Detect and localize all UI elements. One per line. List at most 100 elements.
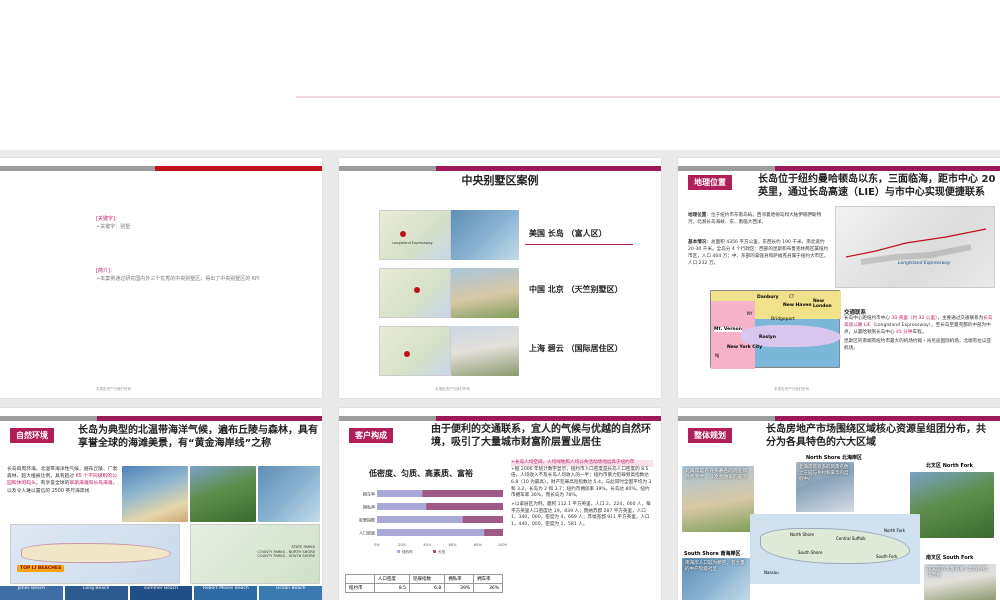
case-title-longisland[interactable]: 美国 长岛 （富人区） [529, 228, 607, 239]
southwest-desc: 南海岸人口较为稠密，有大量的中产阶级社区 [685, 561, 745, 573]
location-marker-icon [400, 231, 406, 237]
beijing-villa-photo [451, 268, 519, 318]
legend-label: 纽约市 [402, 549, 413, 554]
location-desc: ：位于纽约市东南岛屿。西邻曼哈顿岛和大陆伊隔伊斯特河，北濒长岛海峡、东、南临大西… [688, 213, 822, 225]
bar-segment [377, 503, 427, 510]
north-fork-photo [910, 472, 994, 538]
north-shore-photo: 北海岸有许多的风景名胜之庄园与乡村和豪华的度假中心 [796, 462, 854, 512]
traffic-part: 车程。 [912, 329, 927, 335]
beijing-map [379, 268, 451, 318]
body-part: ，有享誉全球的 [35, 481, 70, 487]
bar-segment [422, 490, 503, 497]
legend-swatch [397, 550, 400, 553]
point-highlight: ➢长岛人均空间、人均绿地和人均公共活动场地远高于纽约市 [511, 460, 653, 467]
location-marker-icon [404, 351, 410, 357]
slide-customers[interactable]: 客户构成 由于便利的交通联系，宜人的气候与优越的自然环境，吸引了大量城市财富阶层… [339, 408, 661, 600]
map-label-ct: CT [789, 294, 795, 299]
title-slide [0, 0, 1000, 150]
basic-label: 基本情况 [688, 240, 707, 245]
slide-environment[interactable]: 自然环境 长岛为典型的北温带海洋气候，遍布丘陵与森林，具有享誉全球的海滩美景，有… [0, 408, 322, 600]
bar-segment [462, 516, 503, 523]
location-label: 地理位置 [688, 213, 707, 218]
traffic-highlight: 45 分钟 [896, 329, 913, 335]
aerial-beach-photo [122, 466, 188, 522]
table-header-cell: 犯罪指数 [409, 574, 446, 584]
map-label: North Fork [884, 528, 906, 533]
traffic-block: 交通联系 长岛中心距纽约市中心 30 英里（约 32 公里），主要通过交通联系为… [844, 308, 994, 352]
bar-chart-svg: 拥车率拥私率犯罪指数人口密度 0% 20% 40% 60% 80% 100% 纽约市 长岛 [359, 490, 509, 554]
map-label: South Fork [876, 554, 898, 559]
table-cell: 39% [444, 583, 475, 593]
slide-planning[interactable]: 整体规划 长岛房地产市场围绕区域核心资源呈组团分布，共分为各具特色的六大区域 N… [678, 408, 1000, 600]
region-map-graphic [845, 228, 987, 265]
basic-desc: ：总面积 4356 平方公里，东西长约 190 千米，南北宽约 20-30 千米… [688, 240, 829, 266]
basic-info-text: 基本情况：总面积 4356 平方公里，东西长约 190 千米，南北宽约 20-3… [688, 240, 830, 268]
map-label-mtvernon: Mt. Vernon [714, 327, 742, 332]
x-tick-label: 100% [498, 543, 507, 547]
x-tick-label: 60% [449, 543, 458, 547]
slide-header-bar [339, 416, 661, 421]
intro-label: [简介]： [96, 268, 115, 274]
case-title-beijing[interactable]: 中国 北京 （天竺别墅区） [529, 284, 623, 295]
forest-photo [190, 466, 256, 522]
slide-header-bar [678, 166, 1000, 171]
beach-strip: Jones Beach Long Beach summer Beach Robe… [0, 586, 322, 600]
map-label-danbury: Danbury [757, 295, 779, 300]
traffic-part: ，主要通过交通联系为 [937, 316, 984, 321]
category-label: 人口密度 [359, 530, 375, 536]
legend-county-south: COUNTY PARKS - SOUTH SHORE [257, 554, 315, 559]
longisland-photo [451, 210, 519, 260]
category-label: 拥车率 [363, 491, 375, 497]
slide-keywords[interactable]: [关键字]： ➢关键字：别墅 [简介]： ➢本案例通过研究国内外三个优秀的中央别… [0, 158, 322, 398]
map-label-newlondon: New London [813, 299, 832, 309]
keywords-block: [关键字]： ➢关键字：别墅 [96, 216, 306, 231]
table-row: 纽约市 8.5 6.8 39% 36% [345, 583, 503, 593]
northwest-desc: 北海岸是有许多著名的商业和商务大亨，以及金融家的豪宅 [685, 469, 748, 481]
x-tick-label: 80% [474, 543, 483, 547]
coast-photo [258, 466, 320, 522]
table-header-cell: 拥车率 [473, 574, 503, 584]
region-label-south-shore: South Shore 南海岸区 [684, 551, 741, 557]
slide-location[interactable]: 地理位置 长岛位于纽约曼哈顿岛以东，三面临海，距市中心 20 英里，通过长岛高速… [678, 158, 1000, 398]
map-label-bridgeport: Bridgeport [771, 317, 795, 322]
slide-case-list[interactable]: 中央别墅区案例 Longisland Expressway 美国 长岛 （富人区… [339, 158, 661, 398]
bar-segment [426, 503, 503, 510]
x-tick-label: 20% [398, 543, 407, 547]
longisland-map: Longisland Expressway [379, 210, 451, 260]
beach-map: TOP LI BEACHES [10, 524, 180, 584]
top-beaches-badge: TOP LI BEACHES [17, 565, 65, 572]
case-title-shanghai[interactable]: 上海 碧云 （国际居住区） [529, 343, 623, 354]
traffic-highlight: 30 英里（约 32 公里） [891, 316, 938, 321]
slide-header-bar [339, 166, 661, 171]
traffic-text: 长岛中心距纽约市中心 30 英里（约 32 公里），主要通过交通联系为长岛高速公… [844, 316, 994, 337]
slide-title: 中央别墅区案例 [461, 174, 539, 187]
southeast-desc: 南叉区有大量的富人度假别墅，汉普顿 [927, 567, 992, 579]
expressway-label: LongIsland Expressway [898, 261, 951, 266]
map-label: North Shore [790, 532, 814, 537]
airport-text: 昆斯区的南端有纽约市最大的机场约翰・肯尼迪国际机场，北端有拉瓜亚机场。 [844, 338, 992, 351]
beach-label: Ocean Beach [259, 586, 322, 600]
table-cell: 8.5 [373, 583, 411, 593]
section-tag: 整体规划 [688, 428, 732, 443]
slide-title: 长岛房地产市场围绕区域核心资源呈组团分布，共分为各具特色的六大区域 [766, 424, 986, 448]
beach-label: summer Beach [129, 586, 193, 600]
bar-segment [484, 529, 503, 536]
longisland-detail-map: Danbury New Haven New London Bridgeport … [710, 290, 841, 369]
intro-block: [简介]： ➢本案例通过研究国内外三个优秀的中央别墅区，得出了中央别墅区的 KP… [96, 268, 316, 283]
beach-label: Long Beach [64, 586, 128, 600]
table-cell: 6.8 [409, 583, 446, 593]
keywords-text: ➢关键字：别墅 [96, 223, 131, 230]
slide-header-bar [0, 416, 322, 421]
x-tick-label: 40% [423, 543, 432, 547]
customer-points: ➢长岛人均空间、人均绿地和人均公共活动场地远高于纽约市 ➢据 2006 年统计数… [511, 460, 653, 529]
slide-footer: 本报告资产归我们所有 [435, 387, 470, 391]
bar-segment [377, 490, 423, 497]
section-tag: 地理位置 [688, 175, 732, 190]
parks-map: STATE PARKS COUNTY PARKS - NORTH SHORE C… [190, 524, 320, 584]
beach-label: Jones Beach [0, 586, 63, 600]
bar-segment [377, 516, 463, 523]
longisland-region [741, 325, 841, 347]
map-label-nj: NJ [715, 353, 720, 358]
parks-legend: STATE PARKS COUNTY PARKS - NORTH SHORE C… [257, 545, 315, 559]
chart-title: 低密度、匀质、高素质、富裕 [369, 469, 473, 478]
